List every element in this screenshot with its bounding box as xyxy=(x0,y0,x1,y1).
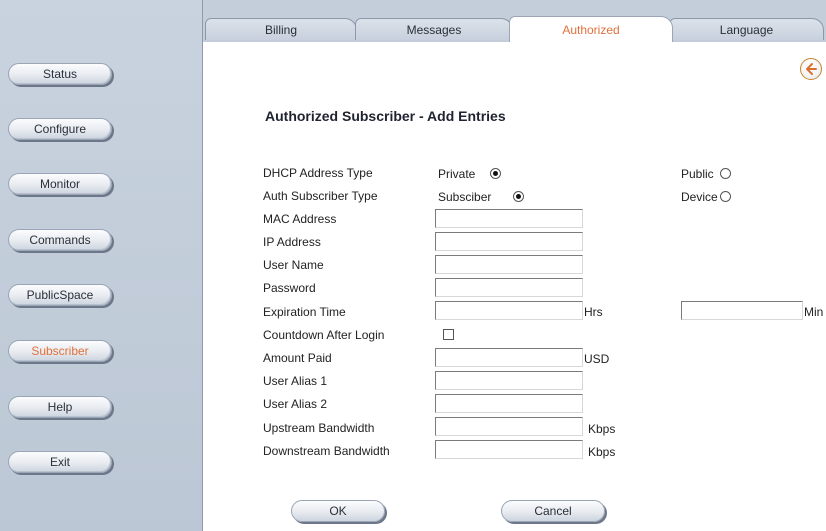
dhcp-public-label: Public xyxy=(681,167,714,181)
amount-paid-field[interactable] xyxy=(435,348,583,367)
dhcp-private-radio[interactable] xyxy=(490,168,501,179)
user-name-field[interactable] xyxy=(435,255,583,274)
dhcp-public-radio[interactable] xyxy=(720,168,731,179)
downstream-unit-label: Kbps xyxy=(588,445,616,459)
sidebar: Status Configure Monitor Commands Public… xyxy=(0,0,203,531)
nav-button-help[interactable]: Help xyxy=(8,396,112,418)
tab-billing[interactable]: Billing xyxy=(205,18,357,40)
nav-button-monitor[interactable]: Monitor xyxy=(8,173,112,195)
nav-button-configure[interactable]: Configure xyxy=(8,118,112,140)
ip-address-label: IP Address xyxy=(263,235,321,249)
downstream-bandwidth-label: Downstream Bandwidth xyxy=(263,444,390,458)
hrs-unit-label: Hrs xyxy=(584,305,603,319)
cancel-button[interactable]: Cancel xyxy=(501,500,605,522)
expiration-min-field[interactable] xyxy=(681,301,803,320)
upstream-bandwidth-label: Upstream Bandwidth xyxy=(263,421,375,435)
nav-button-commands[interactable]: Commands xyxy=(8,229,112,251)
user-alias-2-label: User Alias 2 xyxy=(263,397,328,411)
countdown-label: Countdown After Login xyxy=(263,328,385,342)
expiration-hrs-field[interactable] xyxy=(435,301,583,320)
dhcp-type-label: DHCP Address Type xyxy=(263,166,373,180)
nav-button-publicspace[interactable]: PublicSpace xyxy=(8,284,112,306)
content-panel: Authorized Subscriber - Add Entries DHCP… xyxy=(203,42,826,531)
tab-authorized[interactable]: Authorized xyxy=(509,16,673,42)
tab-messages[interactable]: Messages xyxy=(355,18,513,40)
nav-button-subscriber[interactable]: Subscriber xyxy=(8,340,112,362)
auth-device-label: Device xyxy=(681,190,718,204)
user-name-label: User Name xyxy=(263,258,324,272)
ip-address-field[interactable] xyxy=(435,232,583,251)
expiration-time-label: Expiration Time xyxy=(263,305,346,319)
upstream-unit-label: Kbps xyxy=(588,422,616,436)
ok-button[interactable]: OK xyxy=(291,500,385,522)
auth-device-radio[interactable] xyxy=(720,191,731,202)
password-field[interactable] xyxy=(435,278,583,297)
downstream-bandwidth-field[interactable] xyxy=(435,440,583,459)
upstream-bandwidth-field[interactable] xyxy=(435,417,583,436)
min-unit-label: Min xyxy=(804,305,824,319)
amount-paid-label: Amount Paid xyxy=(263,351,332,365)
tab-language[interactable]: Language xyxy=(669,18,824,40)
nav-button-status[interactable]: Status xyxy=(8,63,112,85)
dhcp-private-label: Private xyxy=(438,167,476,181)
mac-address-label: MAC Address xyxy=(263,212,337,226)
auth-subscriber-radio[interactable] xyxy=(513,191,524,202)
auth-subscriber-label: Subsciber xyxy=(438,190,492,204)
password-label: Password xyxy=(263,281,316,295)
auth-type-label: Auth Subscriber Type xyxy=(263,189,378,203)
user-alias-1-label: User Alias 1 xyxy=(263,374,328,388)
nav-button-exit[interactable]: Exit xyxy=(8,451,112,473)
usd-unit-label: USD xyxy=(584,352,610,366)
mac-address-field[interactable] xyxy=(435,209,583,228)
page-title: Authorized Subscriber - Add Entries xyxy=(265,108,506,124)
user-alias-2-field[interactable] xyxy=(435,394,583,413)
countdown-checkbox[interactable] xyxy=(443,329,454,340)
tab-bar: Billing Messages Authorized Language xyxy=(203,0,826,42)
arrow-left-icon[interactable] xyxy=(800,58,822,80)
user-alias-1-field[interactable] xyxy=(435,371,583,390)
